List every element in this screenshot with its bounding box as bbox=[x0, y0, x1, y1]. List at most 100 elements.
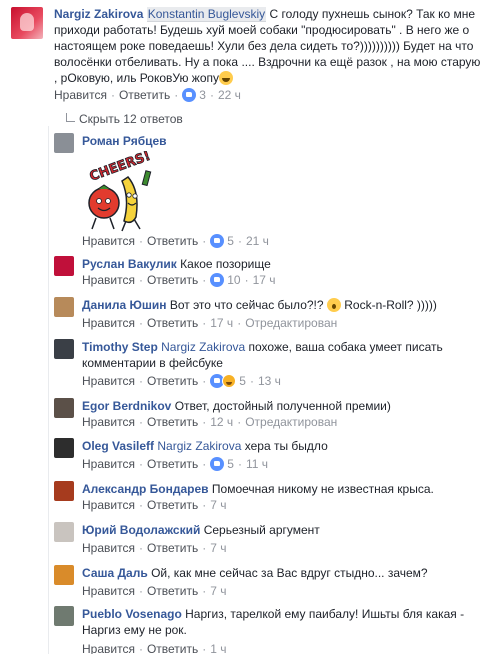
comment-author[interactable]: Nargiz Zakirova bbox=[54, 7, 143, 21]
reply-author[interactable]: Руслан Вакулик bbox=[82, 257, 177, 271]
like-button[interactable]: Нравится bbox=[82, 541, 135, 555]
reaction-count[interactable]: 3 bbox=[199, 88, 206, 102]
like-button[interactable]: Нравится bbox=[82, 498, 135, 512]
hide-replies-label[interactable]: Скрыть 12 ответов bbox=[79, 112, 183, 126]
like-icon[interactable] bbox=[210, 234, 225, 248]
timestamp[interactable]: 22 ч bbox=[218, 88, 241, 102]
reply-actions: Нравится · Ответить · 7 ч bbox=[82, 584, 227, 598]
like-icon[interactable] bbox=[210, 457, 225, 471]
reply-button[interactable]: Ответить bbox=[147, 541, 198, 555]
timestamp[interactable]: 17 ч bbox=[253, 273, 276, 287]
like-icon[interactable] bbox=[210, 273, 225, 287]
like-button[interactable]: Нравится bbox=[82, 584, 135, 598]
cheers-sticker-icon: CHEERS! bbox=[87, 151, 153, 232]
reply-button[interactable]: Ответить bbox=[147, 415, 198, 429]
reply-button[interactable]: Ответить bbox=[147, 584, 198, 598]
avatar[interactable] bbox=[54, 522, 74, 542]
reply-body: Pueblo Vosenago Наргиз, тарелкой ему паи… bbox=[82, 606, 482, 638]
avatar[interactable] bbox=[54, 339, 74, 359]
reply-text: Ой, как мне сейчас за Вас вдруг стыдно..… bbox=[151, 566, 428, 580]
timestamp[interactable]: 1 ч bbox=[210, 642, 226, 654]
like-button[interactable]: Нравится bbox=[82, 415, 135, 429]
sticker-label: CHEERS! bbox=[88, 151, 153, 185]
reply-body: Юрий Водолажский Серьезный аргумент bbox=[82, 522, 482, 538]
reply-body: Данила Юшин Вот это что сейчас было?!? R… bbox=[82, 297, 482, 313]
haha-icon[interactable] bbox=[222, 374, 237, 388]
like-icon[interactable] bbox=[182, 88, 197, 102]
reaction-count[interactable]: 10 bbox=[227, 273, 240, 287]
reply-actions: Нравится · Ответить · 10 · 17 ч bbox=[82, 273, 276, 287]
reply-body: Timothy Step Nargiz Zakirova похоже, ваш… bbox=[82, 339, 482, 371]
avatar[interactable] bbox=[54, 565, 74, 585]
reply-button[interactable]: Ответить bbox=[147, 498, 198, 512]
reply-text: Какое позорище bbox=[180, 257, 271, 271]
avatar[interactable] bbox=[54, 398, 74, 418]
like-button[interactable]: Нравится bbox=[82, 642, 135, 654]
reply-author[interactable]: Oleg Vasileff bbox=[82, 439, 154, 453]
reply-text: хера ты быдло bbox=[244, 439, 328, 453]
avatar[interactable] bbox=[54, 256, 74, 276]
like-button[interactable]: Нравится bbox=[82, 316, 135, 330]
reply-body: Руслан Вакулик Какое позорище bbox=[82, 256, 482, 272]
reply-item: Руслан Вакулик Какое позорище Нравится · О… bbox=[48, 254, 493, 288]
reply-button[interactable]: Ответить bbox=[147, 642, 198, 654]
edited-label[interactable]: Отредактирован bbox=[245, 415, 337, 429]
comment-body: Nargiz Zakirova Konstantin Buglevskiy С … bbox=[54, 6, 486, 86]
like-button[interactable]: Нравится bbox=[82, 457, 135, 471]
reply-item: Oleg Vasileff Nargiz Zakirova хера ты бы… bbox=[48, 436, 493, 471]
timestamp[interactable]: 12 ч bbox=[210, 415, 233, 429]
avatar[interactable] bbox=[54, 297, 74, 317]
avatar[interactable] bbox=[11, 7, 43, 39]
tagged-user[interactable]: Nargiz Zakirova bbox=[157, 439, 241, 453]
reply-actions: Нравится · Ответить · 12 ч · Отредактирован bbox=[82, 415, 338, 429]
avatar[interactable] bbox=[54, 133, 74, 153]
hide-replies-toggle[interactable]: Скрыть 12 ответов bbox=[66, 111, 183, 127]
reply-actions: Нравится · Ответить · 5 · 21 ч bbox=[82, 234, 269, 248]
reply-author[interactable]: Pueblo Vosenago bbox=[82, 607, 182, 621]
reply-button[interactable]: Ответить bbox=[147, 316, 198, 330]
reply-body: Саша Даль Ой, как мне сейчас за Вас вдру… bbox=[82, 565, 482, 581]
reply-button[interactable]: Ответить bbox=[147, 273, 198, 287]
reply-button[interactable]: Ответить bbox=[147, 234, 198, 248]
reply-item: Timothy Step Nargiz Zakirova похоже, ваш… bbox=[48, 337, 493, 389]
reply-button[interactable]: Ответить bbox=[119, 88, 170, 102]
timestamp[interactable]: 21 ч bbox=[246, 234, 269, 248]
tagged-user[interactable]: Konstantin Buglevskiy bbox=[146, 7, 267, 22]
reaction-count[interactable]: 5 bbox=[239, 374, 246, 388]
reply-author[interactable]: Timothy Step bbox=[82, 340, 158, 354]
reply-button[interactable]: Ответить bbox=[147, 374, 198, 388]
reply-button[interactable]: Ответить bbox=[147, 457, 198, 471]
timestamp[interactable]: 7 ч bbox=[210, 584, 226, 598]
avatar[interactable] bbox=[54, 438, 74, 458]
like-button[interactable]: Нравится bbox=[82, 273, 135, 287]
reply-author[interactable]: Роман Рябцев bbox=[82, 134, 167, 148]
like-button[interactable]: Нравится bbox=[82, 234, 135, 248]
timestamp[interactable]: 7 ч bbox=[210, 498, 226, 512]
reply-text: Помоечная никому не известная крыса. bbox=[211, 482, 434, 496]
timestamp[interactable]: 13 ч bbox=[258, 374, 281, 388]
timestamp[interactable]: 17 ч bbox=[210, 316, 233, 330]
edited-label[interactable]: Отредактирован bbox=[245, 316, 337, 330]
reply-author[interactable]: Юрий Водолажский bbox=[82, 523, 200, 537]
timestamp[interactable]: 11 ч bbox=[246, 457, 268, 471]
tagged-user[interactable]: Nargiz Zakirova bbox=[161, 340, 245, 354]
reply-item: Egor Berdnikov Ответ, достойный полученн… bbox=[48, 396, 493, 430]
reaction-count[interactable]: 5 bbox=[227, 234, 234, 248]
surprised-emoji-icon bbox=[326, 298, 341, 312]
like-button[interactable]: Нравится bbox=[82, 374, 135, 388]
comment-actions: Нравится · Ответить · 3 · 22 ч bbox=[54, 88, 241, 102]
like-button[interactable]: Нравится bbox=[54, 88, 107, 102]
reply-text: Вот это что сейчас было?!? bbox=[169, 298, 324, 312]
reply-body: Egor Berdnikov Ответ, достойный полученн… bbox=[82, 398, 482, 414]
avatar[interactable] bbox=[54, 606, 74, 626]
avatar[interactable] bbox=[54, 481, 74, 501]
timestamp[interactable]: 7 ч bbox=[210, 541, 226, 555]
reply-author[interactable]: Саша Даль bbox=[82, 566, 148, 580]
reply-item: Юрий Водолажский Серьезный аргумент Нрав… bbox=[48, 520, 493, 555]
reply-arrow-icon bbox=[66, 113, 75, 122]
reply-author[interactable]: Egor Berdnikov bbox=[82, 399, 171, 413]
reply-actions: Нравится · Ответить · 5 · 11 ч bbox=[82, 457, 268, 471]
reply-author[interactable]: Александр Бондарев bbox=[82, 482, 209, 496]
reaction-count[interactable]: 5 bbox=[227, 457, 234, 471]
reply-author[interactable]: Данила Юшин bbox=[82, 298, 166, 312]
